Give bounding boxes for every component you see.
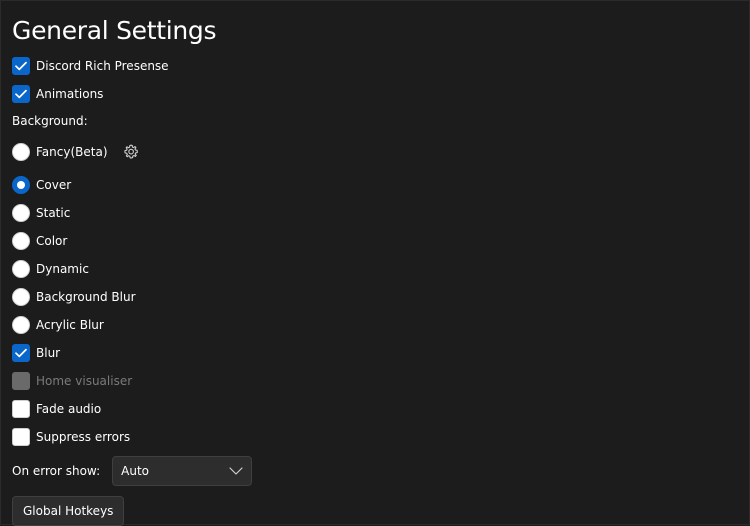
radio-label: Static: [36, 206, 71, 220]
on-error-show-dropdown[interactable]: Auto: [112, 456, 253, 486]
chevron-down-icon: [229, 467, 243, 475]
radio-static[interactable]: Static: [12, 203, 70, 223]
checkbox-label: Fade audio: [36, 402, 102, 416]
checkbox-box: [12, 372, 30, 390]
radio-label: Color: [36, 234, 68, 248]
radio-circle[interactable]: [12, 288, 30, 306]
checkbox-animations[interactable]: Animations: [12, 84, 103, 104]
radio-label: Cover: [36, 178, 72, 192]
checkbox-home-visualiser: Home visualiser: [12, 371, 132, 391]
radio-fancy-beta[interactable]: Fancy(Beta): [12, 142, 140, 162]
global-hotkeys-button[interactable]: Global Hotkeys: [12, 496, 125, 526]
general-settings-page: General Settings Discord Rich Presense A…: [0, 0, 750, 526]
radio-circle[interactable]: [12, 204, 30, 222]
radio-dot: [17, 181, 25, 189]
checkbox-box[interactable]: [12, 400, 30, 418]
radio-label: Dynamic: [36, 262, 89, 276]
radio-label: Acrylic Blur: [36, 318, 104, 332]
radio-background-blur[interactable]: Background Blur: [12, 287, 136, 307]
checkmark-icon: [15, 348, 27, 358]
dropdown-value: Auto: [121, 464, 150, 478]
checkmark-icon: [15, 61, 27, 71]
radio-circle[interactable]: [12, 176, 30, 194]
radio-circle[interactable]: [12, 143, 30, 161]
checkbox-box[interactable]: [12, 428, 30, 446]
checkbox-label: Blur: [36, 346, 61, 360]
on-error-show-label: On error show:: [12, 464, 101, 478]
radio-dynamic[interactable]: Dynamic: [12, 259, 89, 279]
radio-color[interactable]: Color: [12, 231, 67, 251]
radio-cover[interactable]: Cover: [12, 175, 71, 195]
radio-circle[interactable]: [12, 316, 30, 334]
radio-label: Fancy(Beta): [36, 145, 108, 159]
checkbox-box[interactable]: [12, 57, 30, 75]
background-section-label: Background:: [12, 114, 88, 128]
checkbox-box[interactable]: [12, 85, 30, 103]
checkbox-label: Discord Rich Presense: [36, 59, 169, 73]
checkbox-suppress-errors[interactable]: Suppress errors: [12, 427, 130, 447]
gear-icon[interactable]: [122, 143, 140, 161]
radio-acrylic-blur[interactable]: Acrylic Blur: [12, 315, 104, 335]
page-title: General Settings: [12, 16, 217, 45]
checkbox-label: Suppress errors: [36, 430, 131, 444]
checkbox-discord-rich-presence[interactable]: Discord Rich Presense: [12, 56, 169, 76]
checkbox-blur[interactable]: Blur: [12, 343, 60, 363]
checkbox-fade-audio[interactable]: Fade audio: [12, 399, 101, 419]
checkbox-label: Home visualiser: [36, 374, 133, 388]
on-error-show-row: On error show: Auto: [12, 456, 253, 486]
radio-label: Background Blur: [36, 290, 136, 304]
checkbox-box[interactable]: [12, 344, 30, 362]
radio-circle[interactable]: [12, 260, 30, 278]
checkmark-icon: [15, 89, 27, 99]
checkbox-label: Animations: [36, 87, 104, 101]
radio-circle[interactable]: [12, 232, 30, 250]
